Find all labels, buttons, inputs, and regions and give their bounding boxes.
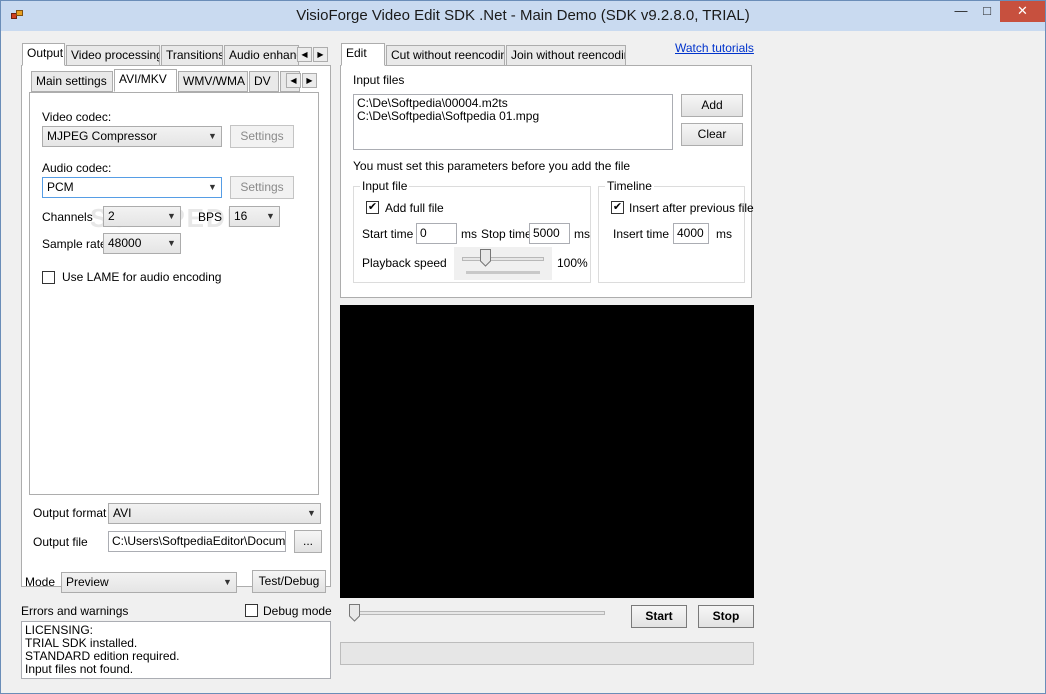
watch-tutorials-link[interactable]: Watch tutorials	[675, 41, 754, 55]
sample-rate-select[interactable]: 48000 ▼	[103, 233, 181, 254]
bps-select[interactable]: 16 ▼	[229, 206, 280, 227]
arrow-left-icon[interactable]: ◀	[297, 47, 312, 62]
avi-mkv-tab-page: SOFTPEDIA Video codec: MJPEG Compressor …	[29, 92, 319, 495]
tab-transitions[interactable]: Transitions	[161, 45, 223, 66]
output-format-label: Output format	[33, 506, 107, 520]
title-bar: VisioForge Video Edit SDK .Net - Main De…	[1, 1, 1045, 31]
start-time-unit: ms	[461, 227, 477, 241]
video-codec-label: Video codec:	[42, 110, 112, 124]
edit-tab-page: Input files C:\De\Softpedia\00004.m2ts C…	[340, 65, 754, 298]
tab-wmv-wma[interactable]: WMV/WMA	[178, 71, 248, 92]
mode-label: Mode	[25, 575, 56, 589]
input-files-list[interactable]: C:\De\Softpedia\00004.m2ts C:\De\Softped…	[353, 94, 673, 150]
output-tabs-scroller: ◀ ▶	[286, 72, 318, 88]
chevron-down-icon: ▼	[208, 182, 217, 192]
main-window: VisioForge Video Edit SDK .Net - Main De…	[0, 0, 1046, 694]
arrow-left-icon[interactable]: ◀	[286, 73, 301, 88]
playback-speed-label: Playback speed	[362, 256, 447, 270]
stop-time-input[interactable]: 5000	[529, 223, 570, 244]
stop-button[interactable]: Stop	[698, 605, 754, 628]
progress-bar	[340, 642, 754, 665]
timeline-group: Timeline ✔ Insert after previous file In…	[598, 179, 754, 283]
audio-codec-label: Audio codec:	[42, 161, 112, 175]
tab-dv[interactable]: DV	[249, 71, 279, 92]
arrow-right-icon[interactable]: ▶	[302, 73, 317, 88]
video-preview[interactable]	[340, 305, 754, 598]
input-file-group: Input file ✔ Add full file Start time 0 …	[353, 179, 591, 283]
stop-time-unit: ms	[574, 227, 590, 241]
tab-output[interactable]: Output	[22, 43, 65, 66]
position-track	[349, 611, 605, 615]
lame-checkbox[interactable]	[42, 271, 55, 284]
insert-after-checkbox[interactable]: ✔	[611, 201, 624, 214]
tab-join-without-reencoding[interactable]: Join without reencoding	[506, 45, 626, 66]
chevron-down-icon: ▼	[223, 577, 232, 587]
insert-after-label: Insert after previous file	[629, 201, 754, 215]
start-button[interactable]: Start	[631, 605, 687, 628]
add-button[interactable]: Add	[681, 94, 743, 117]
chevron-down-icon: ▼	[307, 508, 316, 518]
add-full-file-label: Add full file	[385, 201, 444, 215]
tab-edit[interactable]: Edit	[341, 43, 385, 66]
tab-cut-without-reencoding[interactable]: Cut without reencoding	[386, 45, 505, 66]
timeline-group-title: Timeline	[605, 179, 654, 193]
arrow-right-icon[interactable]: ▶	[313, 47, 328, 62]
clear-button[interactable]: Clear	[681, 123, 743, 146]
lame-label: Use LAME for audio encoding	[62, 270, 222, 284]
output-format-select[interactable]: AVI ▼	[108, 503, 321, 524]
playback-speed-value: 100%	[557, 256, 588, 270]
insert-time-unit: ms	[716, 227, 732, 241]
left-tabs-scroller: ◀ ▶	[297, 46, 329, 62]
tab-video-processing[interactable]: Video processing	[66, 45, 160, 66]
output-file-input[interactable]: C:\Users\SoftpediaEditor\Document	[108, 531, 286, 552]
chevron-down-icon: ▼	[266, 211, 275, 221]
client-area: Output Video processing Transitions Audi…	[9, 32, 1039, 687]
debug-mode-label: Debug mode	[263, 604, 332, 618]
test-debug-button[interactable]: Test/Debug	[252, 570, 326, 593]
slider-thumb-icon[interactable]	[349, 604, 360, 622]
audio-settings-button[interactable]: Settings	[230, 176, 294, 199]
add-full-file-checkbox[interactable]: ✔	[366, 201, 379, 214]
bps-label: BPS	[198, 210, 223, 224]
sample-rate-label: Sample rate	[42, 237, 107, 251]
playback-speed-ticks	[466, 271, 540, 274]
close-button[interactable]: ✕	[1000, 1, 1045, 22]
start-time-label: Start time	[362, 227, 414, 241]
audio-codec-select[interactable]: PCM ▼	[42, 177, 222, 198]
output-file-label: Output file	[33, 535, 88, 549]
errors-log[interactable]: LICENSING: TRIAL SDK installed. STANDARD…	[21, 621, 331, 679]
video-settings-button[interactable]: Settings	[230, 125, 294, 148]
errors-label: Errors and warnings	[21, 604, 129, 618]
parameters-notice: You must set this parameters before you …	[353, 159, 631, 173]
list-item[interactable]: C:\De\Softpedia\Softpedia 01.mpg	[357, 110, 669, 123]
input-files-label: Input files	[353, 73, 405, 87]
log-line: Input files not found.	[25, 662, 134, 676]
playback-speed-track	[462, 257, 544, 261]
mode-select[interactable]: Preview ▼	[61, 572, 237, 593]
chevron-down-icon: ▼	[208, 131, 217, 141]
minimize-button[interactable]: —	[948, 1, 974, 22]
slider-thumb-icon[interactable]	[480, 249, 491, 267]
video-codec-select[interactable]: MJPEG Compressor ▼	[42, 126, 222, 147]
tab-avi-mkv[interactable]: AVI/MKV	[114, 69, 177, 92]
channels-label: Channels	[42, 210, 93, 224]
insert-time-label: Insert time	[613, 227, 670, 241]
tab-main-settings[interactable]: Main settings	[31, 71, 113, 92]
tab-audio-enhance[interactable]: Audio enhance	[224, 45, 299, 66]
start-time-input[interactable]: 0	[416, 223, 457, 244]
browse-button[interactable]: ...	[294, 530, 322, 553]
insert-time-input[interactable]: 4000	[673, 223, 709, 244]
stop-time-label: Stop time	[481, 227, 532, 241]
input-file-group-title: Input file	[360, 179, 410, 193]
chevron-down-icon: ▼	[167, 238, 176, 248]
maximize-button[interactable]: □	[974, 1, 1000, 22]
channels-select[interactable]: 2 ▼	[103, 206, 181, 227]
chevron-down-icon: ▼	[167, 211, 176, 221]
position-slider[interactable]	[345, 604, 607, 630]
playback-speed-slider[interactable]	[454, 247, 552, 280]
debug-mode-checkbox[interactable]	[245, 604, 258, 617]
window-title: VisioForge Video Edit SDK .Net - Main De…	[296, 7, 750, 24]
